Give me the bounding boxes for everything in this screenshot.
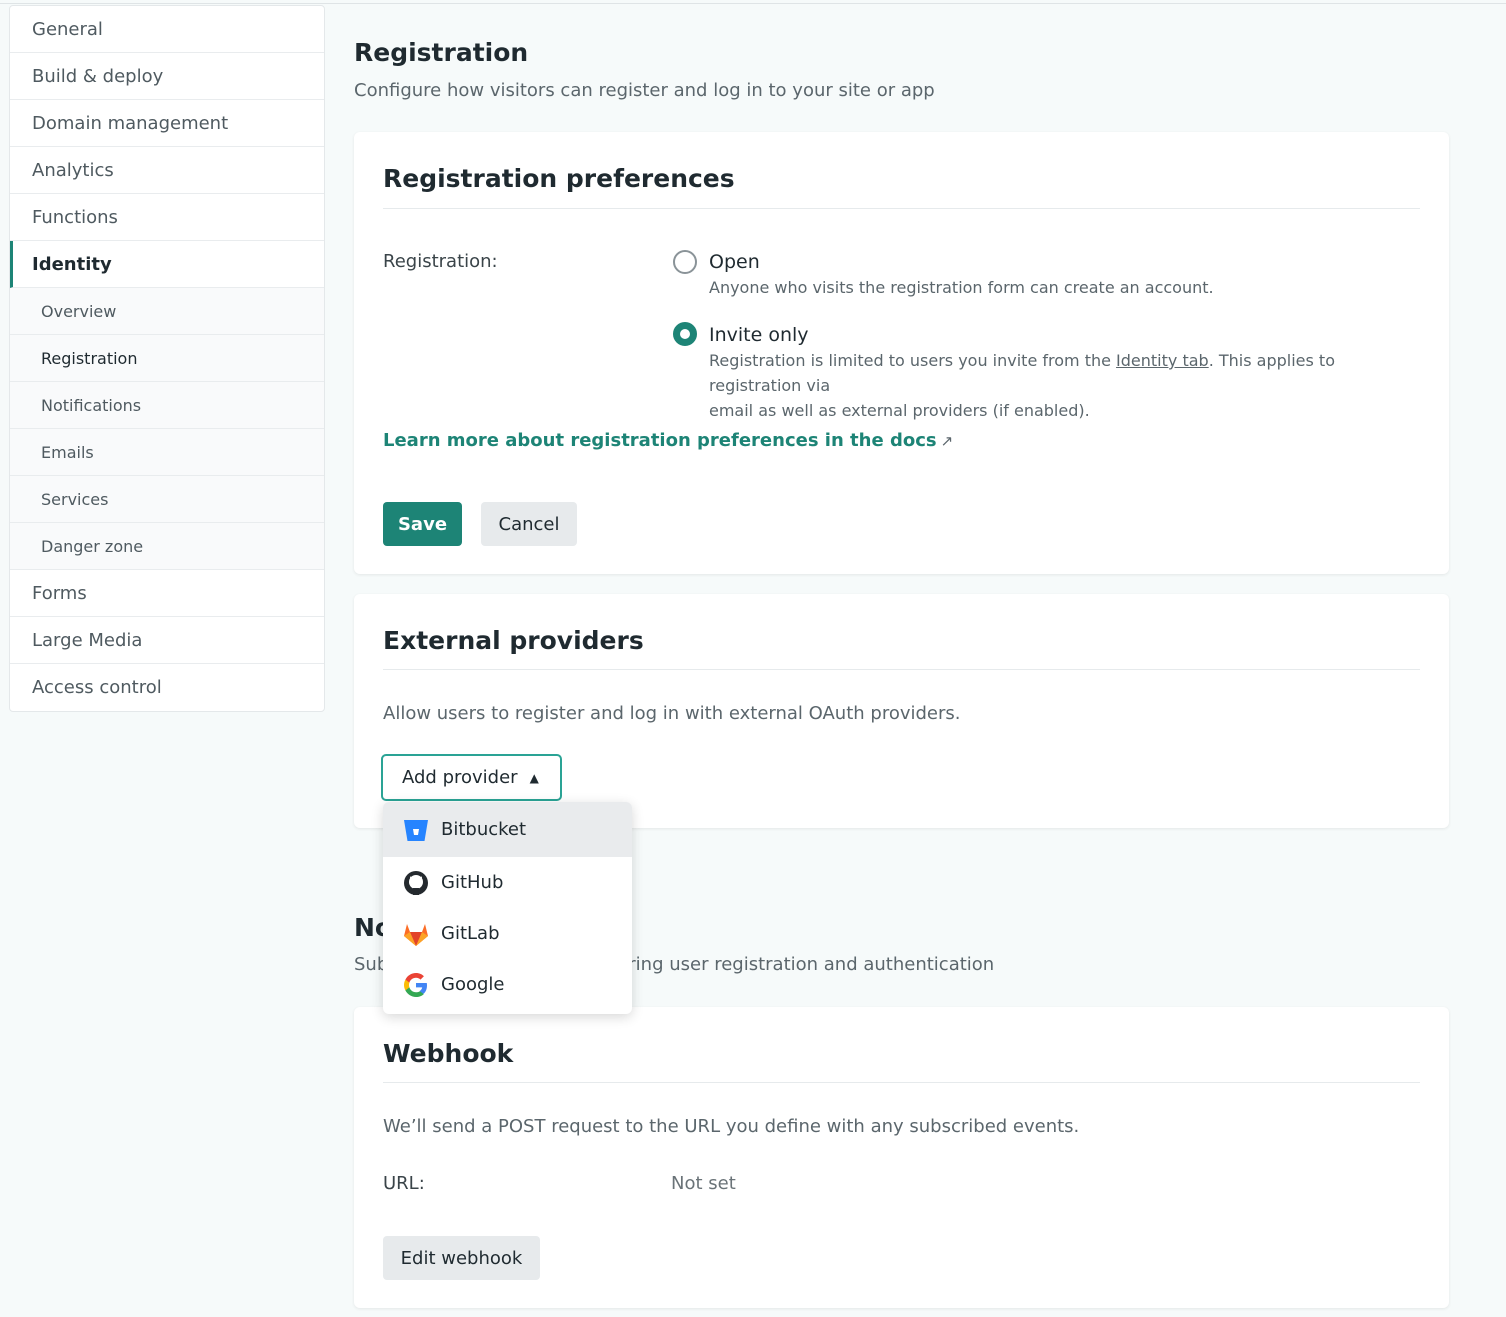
provider-option-gitlab[interactable]: GitLab: [383, 908, 632, 959]
radio-open[interactable]: [673, 250, 697, 274]
sidebar-subitem-notifications[interactable]: Notifications: [10, 382, 324, 429]
provider-option-google[interactable]: Google: [383, 959, 632, 1010]
docs-link[interactable]: Learn more about registration preference…: [383, 430, 953, 451]
bitbucket-icon: [404, 819, 428, 841]
provider-dropdown: Bitbucket GitHub GitLab Google: [383, 802, 632, 1014]
github-icon: [404, 870, 428, 895]
registration-preferences-card: Registration preferences Registration: O…: [354, 132, 1449, 574]
url-value: Not set: [671, 1173, 736, 1194]
cancel-button[interactable]: Cancel: [481, 502, 577, 546]
sidebar-item-domain-management[interactable]: Domain management: [10, 100, 324, 147]
sidebar-item-forms[interactable]: Forms: [10, 570, 324, 617]
sidebar-item-access-control[interactable]: Access control: [10, 664, 324, 711]
gitlab-icon: [404, 923, 428, 946]
external-providers-card: External providers Allow users to regist…: [354, 594, 1449, 828]
page-subtitle: Configure how visitors can register and …: [354, 80, 935, 101]
sidebar-subitem-overview[interactable]: Overview: [10, 288, 324, 335]
provider-option-bitbucket[interactable]: Bitbucket: [383, 802, 632, 857]
external-link-icon: ↗: [940, 432, 954, 450]
top-border: [0, 3, 1506, 4]
webhook-card: Webhook We’ll send a POST request to the…: [354, 1007, 1449, 1308]
sidebar-subitem-registration[interactable]: Registration: [10, 335, 324, 382]
provider-option-github[interactable]: GitHub: [383, 857, 632, 908]
radio-open-label[interactable]: Open: [709, 251, 760, 273]
edit-webhook-button[interactable]: Edit webhook: [383, 1236, 540, 1280]
divider: [383, 669, 1420, 670]
sidebar-subitem-services[interactable]: Services: [10, 476, 324, 523]
sidebar-item-build-deploy[interactable]: Build & deploy: [10, 53, 324, 100]
sidebar-item-analytics[interactable]: Analytics: [10, 147, 324, 194]
external-providers-description: Allow users to register and log in with …: [383, 703, 961, 724]
radio-invite-only-label[interactable]: Invite only: [709, 324, 809, 346]
sidebar-subitem-emails[interactable]: Emails: [10, 429, 324, 476]
add-provider-button[interactable]: Add provider ▲: [381, 754, 562, 801]
save-button[interactable]: Save: [383, 502, 462, 546]
settings-sidebar: General Build & deploy Domain management…: [9, 5, 325, 712]
sidebar-item-large-media[interactable]: Large Media: [10, 617, 324, 664]
radio-invite-only-description: Registration is limited to users you inv…: [709, 351, 1335, 420]
divider: [383, 1082, 1420, 1083]
sidebar-item-general[interactable]: General: [10, 6, 324, 53]
identity-tab-link[interactable]: Identity tab: [1116, 351, 1209, 370]
card-title: Registration preferences: [383, 164, 735, 193]
card-title: External providers: [383, 626, 644, 655]
sidebar-item-functions[interactable]: Functions: [10, 194, 324, 241]
chevron-up-icon: ▲: [529, 770, 539, 785]
registration-label: Registration:: [383, 251, 498, 272]
webhook-description: We’ll send a POST request to the URL you…: [383, 1116, 1080, 1137]
radio-invite-only[interactable]: [673, 322, 697, 346]
sidebar-item-identity[interactable]: Identity: [10, 241, 324, 288]
page-title: Registration: [354, 38, 529, 67]
card-title: Webhook: [383, 1039, 514, 1068]
url-label: URL:: [383, 1173, 425, 1194]
divider: [383, 208, 1420, 209]
radio-open-description: Anyone who visits the registration form …: [709, 278, 1214, 297]
google-icon: [404, 972, 427, 997]
sidebar-subitem-danger-zone[interactable]: Danger zone: [10, 523, 324, 570]
